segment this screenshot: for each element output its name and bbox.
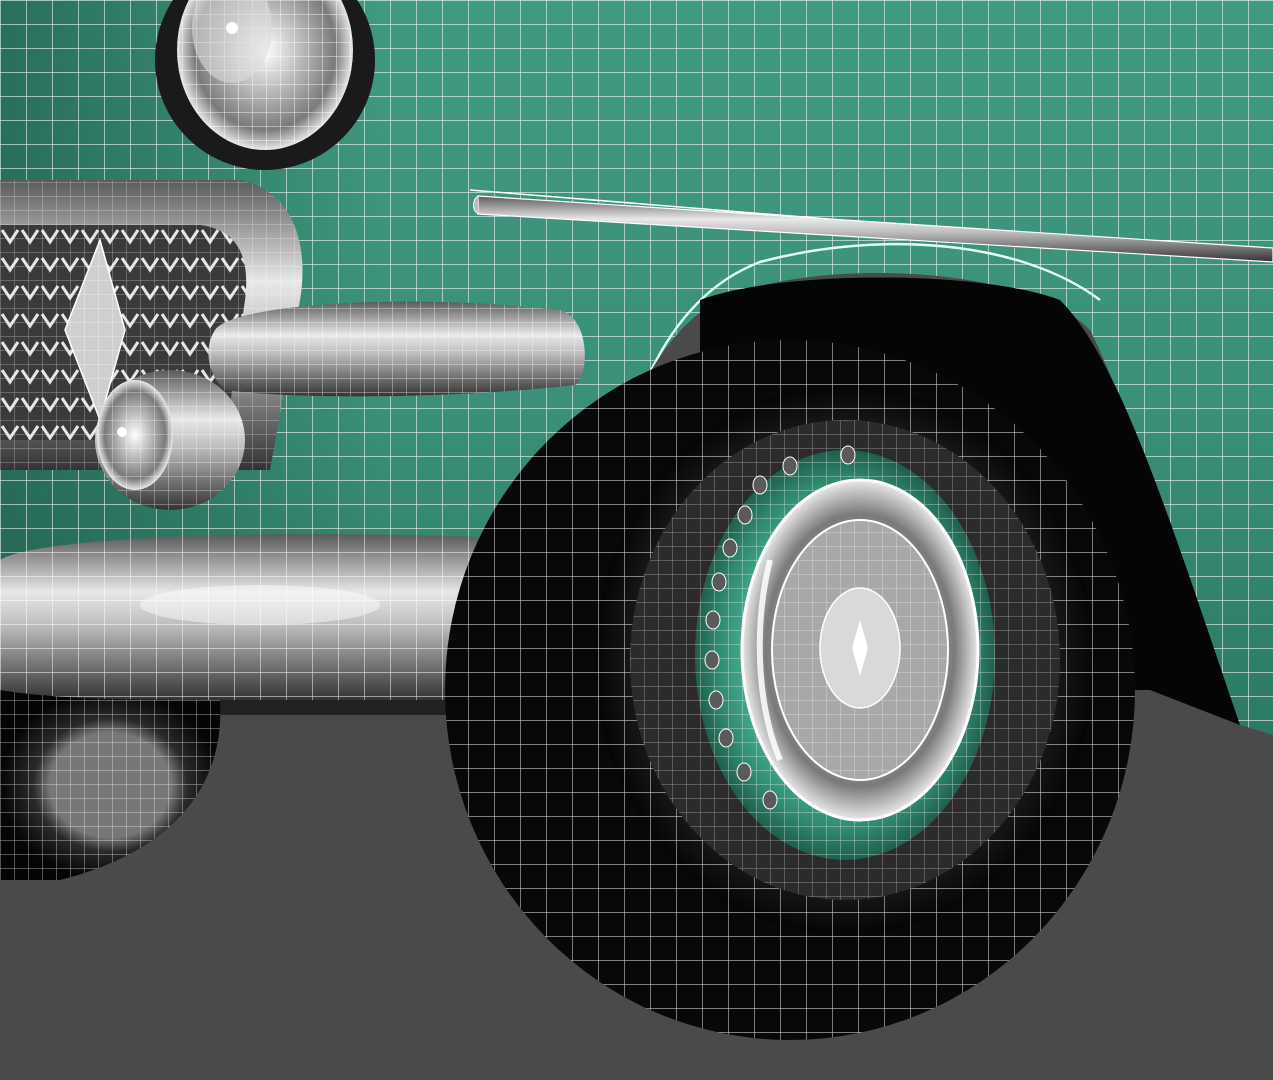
- 3d-viewport[interactable]: [0, 0, 1273, 1080]
- bumper-guard: [208, 301, 585, 397]
- fog-light: [95, 370, 245, 510]
- wireframe-render: [0, 0, 1273, 1080]
- hubcap: [740, 478, 980, 822]
